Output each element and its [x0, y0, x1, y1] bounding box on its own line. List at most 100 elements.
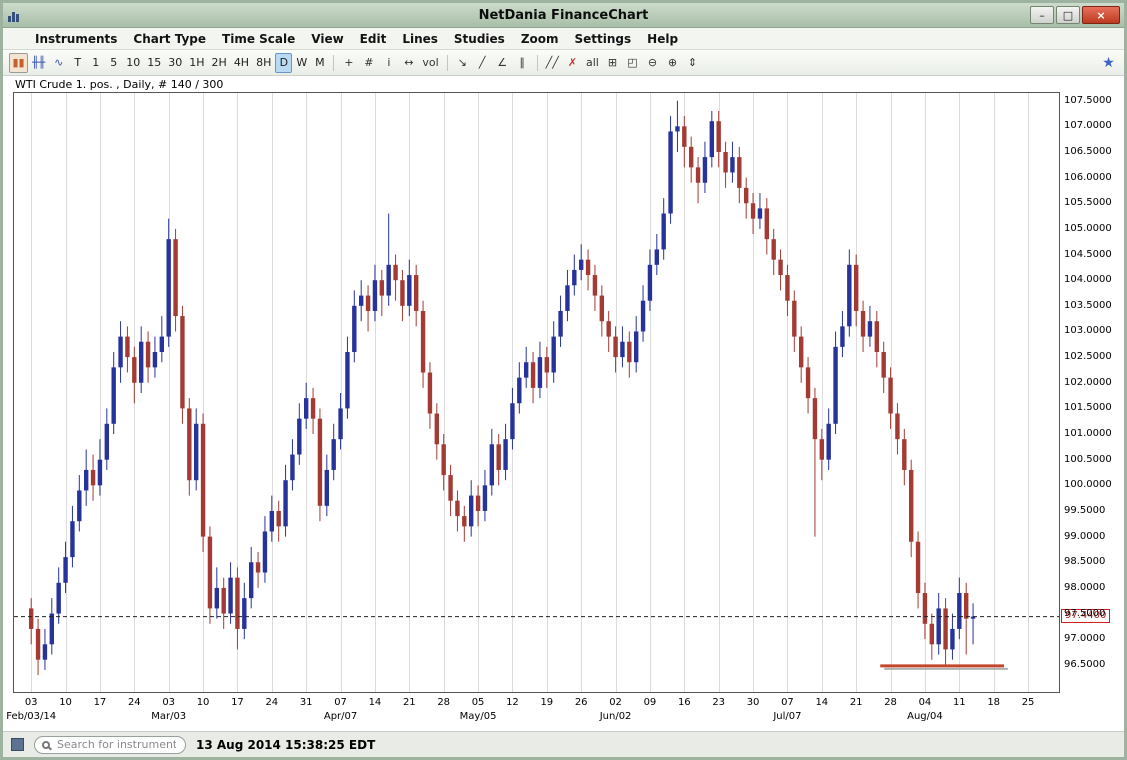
- timeframe-m-button[interactable]: M: [311, 53, 328, 73]
- timeframe-d-button[interactable]: D: [275, 53, 292, 73]
- candle-body: [29, 608, 33, 629]
- timeframe-5-button[interactable]: 5: [105, 53, 122, 73]
- timeframe-t-button[interactable]: T: [69, 53, 86, 73]
- timeframe-1h-button[interactable]: 1H: [186, 53, 207, 73]
- y-axis-label: 96.5000: [1064, 659, 1105, 670]
- parallel-lines-icon[interactable]: ╱╱: [543, 53, 562, 73]
- pointer-line-icon[interactable]: ↘: [453, 53, 472, 73]
- chart-instrument-label: WTI Crude 1. pos. , Daily, # 140 / 300: [3, 76, 1124, 92]
- instrument-square-icon: [11, 738, 24, 751]
- angle-line-icon[interactable]: ∠: [493, 53, 512, 73]
- candle-body: [304, 398, 308, 419]
- candle-body: [854, 265, 858, 311]
- close-button[interactable]: ×: [1082, 6, 1120, 24]
- menubar: InstrumentsChart TypeTime ScaleViewEditL…: [3, 28, 1124, 50]
- candle-body: [696, 167, 700, 182]
- candle-body: [545, 357, 549, 372]
- candle-body: [503, 439, 507, 470]
- candle-body: [806, 367, 810, 398]
- line-chart-button[interactable]: ∿: [49, 53, 68, 73]
- timeframe-15-button[interactable]: 15: [144, 53, 164, 73]
- menu-item-studies[interactable]: Studies: [446, 30, 513, 48]
- zoom-area-icon[interactable]: ◰: [623, 53, 642, 73]
- titlebar[interactable]: NetDania FinanceChart – □ ×: [3, 3, 1124, 28]
- show-all-icon[interactable]: all: [583, 53, 602, 73]
- candle-body: [338, 408, 342, 439]
- candle-body: [579, 260, 583, 270]
- x-axis-day-label: 07: [334, 697, 347, 708]
- candle-body: [710, 121, 714, 157]
- candle-body: [606, 321, 610, 336]
- menu-item-view[interactable]: View: [303, 30, 351, 48]
- zoom-in-icon[interactable]: ⊕: [663, 53, 682, 73]
- menu-item-settings[interactable]: Settings: [567, 30, 640, 48]
- timeframe-10-button[interactable]: 10: [123, 53, 143, 73]
- ohlc-bar-chart-button[interactable]: ╫╫: [29, 53, 48, 73]
- menu-item-zoom[interactable]: Zoom: [513, 30, 567, 48]
- delete-lines-icon[interactable]: ✗: [563, 53, 582, 73]
- candle-body: [50, 614, 54, 645]
- candle-body: [146, 342, 150, 368]
- menu-item-instruments[interactable]: Instruments: [27, 30, 125, 48]
- x-axis-month-label: Feb/03/14: [6, 711, 56, 722]
- timeframe-4h-button[interactable]: 4H: [231, 53, 252, 73]
- menu-item-edit[interactable]: Edit: [352, 30, 395, 48]
- scroll-horizontal-icon[interactable]: ↔: [399, 53, 418, 73]
- candle-body: [620, 342, 624, 357]
- candle-body: [655, 249, 659, 264]
- y-axis-label: 99.0000: [1064, 531, 1105, 542]
- toolbar-separator: [447, 55, 448, 71]
- x-axis-day-label: 23: [712, 697, 725, 708]
- candle-body: [105, 424, 109, 460]
- info-icon[interactable]: i: [379, 53, 398, 73]
- menu-item-chart-type[interactable]: Chart Type: [125, 30, 214, 48]
- print-icon[interactable]: ⊞: [603, 53, 622, 73]
- chart-plot[interactable]: [13, 92, 1060, 693]
- x-axis-day-label: 12: [506, 697, 519, 708]
- candle-body: [111, 367, 115, 423]
- parallel-channel-icon[interactable]: ∥: [513, 53, 532, 73]
- minimize-button[interactable]: –: [1030, 6, 1054, 24]
- favorites-star-icon[interactable]: ★: [1099, 53, 1118, 73]
- search-input[interactable]: [55, 737, 178, 752]
- clock-label: 13 Aug 2014 15:38:25 EDT: [196, 738, 375, 752]
- candle-body: [668, 131, 672, 213]
- candlestick-chart-button[interactable]: ▮▮: [9, 53, 28, 73]
- y-axis-label: 100.0000: [1064, 479, 1112, 490]
- candle-body: [63, 557, 67, 583]
- candle-body: [483, 485, 487, 511]
- window-title: NetDania FinanceChart: [3, 8, 1124, 23]
- candle-body: [868, 321, 872, 336]
- fit-height-icon[interactable]: ⇕: [683, 53, 702, 73]
- crosshair-icon[interactable]: +: [339, 53, 358, 73]
- x-axis-day-label: 09: [644, 697, 657, 708]
- candle-body: [352, 306, 356, 352]
- volume-icon[interactable]: vol: [419, 53, 441, 73]
- timeframe-30-button[interactable]: 30: [165, 53, 185, 73]
- candle-body: [221, 588, 225, 614]
- candle-body: [359, 296, 363, 306]
- timeframe-8h-button[interactable]: 8H: [253, 53, 274, 73]
- candle-body: [56, 583, 60, 614]
- timeframe-w-button[interactable]: W: [293, 53, 310, 73]
- menu-item-time-scale[interactable]: Time Scale: [214, 30, 303, 48]
- menu-item-help[interactable]: Help: [639, 30, 686, 48]
- candle-body: [428, 372, 432, 413]
- maximize-button[interactable]: □: [1056, 6, 1080, 24]
- menu-item-lines[interactable]: Lines: [394, 30, 446, 48]
- x-axis-month-label: Apr/07: [324, 711, 357, 722]
- price-chart: [14, 93, 1059, 692]
- candle-body: [98, 460, 102, 486]
- y-axis-label: 100.5000: [1064, 454, 1112, 465]
- y-axis-label: 102.0000: [1064, 377, 1112, 388]
- candle-body: [132, 357, 136, 383]
- zoom-out-icon[interactable]: ⊖: [643, 53, 662, 73]
- trend-line-icon[interactable]: ╱: [473, 53, 492, 73]
- candle-body: [421, 311, 425, 373]
- timeframe-1-button[interactable]: 1: [87, 53, 104, 73]
- candle-body: [180, 316, 184, 408]
- timeframe-2h-button[interactable]: 2H: [209, 53, 230, 73]
- grid-icon[interactable]: #: [359, 53, 378, 73]
- candle-body: [627, 342, 631, 363]
- candle-body: [373, 280, 377, 311]
